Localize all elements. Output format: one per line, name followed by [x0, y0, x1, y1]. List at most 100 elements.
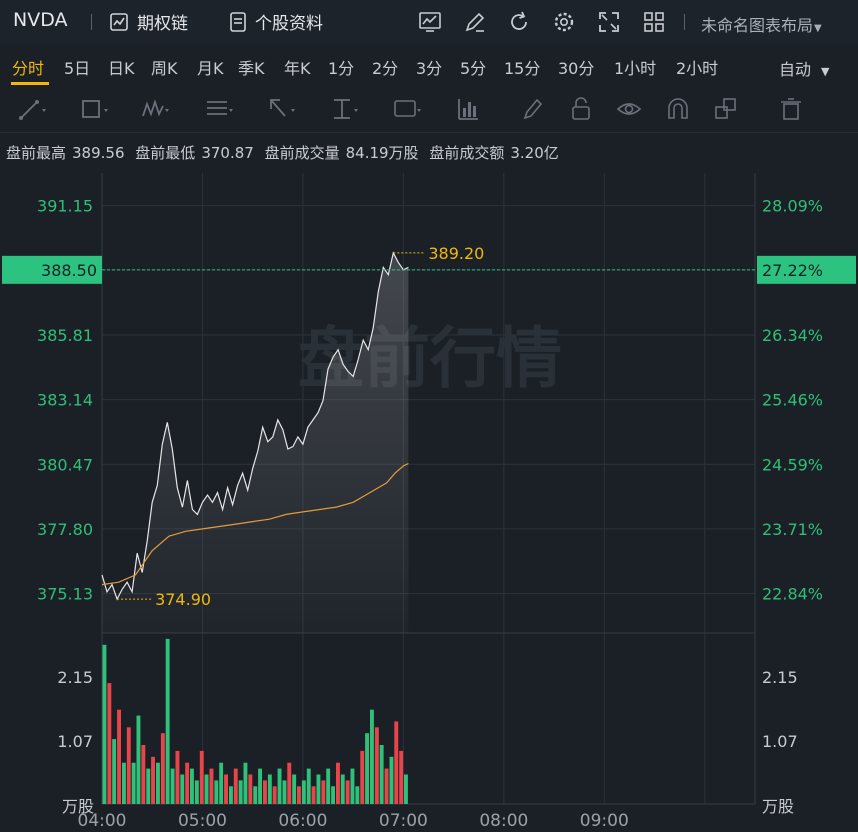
volume-bar: [156, 762, 160, 804]
volume-bar: [282, 780, 287, 804]
volume-bar: [316, 774, 321, 804]
fullscreen-icon[interactable]: [597, 10, 621, 34]
stock-profile-button[interactable]: 个股资料: [229, 9, 323, 34]
period-tab[interactable]: 30分: [558, 55, 594, 79]
indicator-icon[interactable]: [418, 10, 442, 34]
toolbar-divider: [91, 14, 92, 30]
period-tab[interactable]: 1分: [328, 55, 354, 79]
time-tick: 09:00: [580, 811, 629, 831]
price-tick: 385.81: [37, 326, 93, 345]
volume-bar: [370, 709, 374, 804]
volume-bar: [331, 786, 335, 804]
volume-bar: [224, 774, 228, 804]
volume-bar: [117, 709, 121, 804]
volume-bar: [301, 780, 306, 804]
layout-selector[interactable]: 未命名图表布局▼: [701, 12, 822, 36]
period-tab[interactable]: 日K: [108, 55, 135, 79]
brush-tool-icon[interactable]: [519, 96, 549, 122]
volume-bar: [131, 762, 136, 804]
period-tab[interactable]: 周K: [151, 55, 178, 79]
gear-icon[interactable]: [552, 10, 576, 34]
period-tab[interactable]: 15分: [504, 55, 540, 79]
period-tab[interactable]: 2小时: [676, 55, 718, 79]
percent-tick: 23.71%: [762, 520, 823, 539]
volume-tick: 1.07: [762, 732, 798, 751]
period-tab[interactable]: 5分: [460, 55, 486, 79]
period-tab[interactable]: 1小时: [614, 55, 656, 79]
active-period-underline: [11, 82, 49, 85]
price-tick: 375.13: [37, 585, 93, 604]
volume-tick: 2.15: [762, 668, 798, 687]
options-chain-button[interactable]: 期权链: [109, 9, 188, 34]
percent-tick: 24.59%: [762, 455, 823, 474]
volume-bar: [267, 774, 272, 804]
volume-tick: 2.15: [57, 668, 93, 687]
volume-bar: [185, 762, 190, 804]
current-percent-value: 27.22%: [762, 261, 823, 280]
auto-scale-dropdown[interactable]: 自动 ▼: [779, 56, 829, 80]
volume-bar: [209, 768, 214, 804]
volume-bar: [365, 733, 369, 804]
volume-bar: [170, 768, 175, 804]
percent-tick: 22.84%: [762, 585, 823, 604]
volume-bar: [355, 786, 360, 804]
volume-bar: [204, 774, 209, 804]
volume-bar: [340, 774, 345, 804]
volume-profile-tool-icon[interactable]: [456, 96, 486, 122]
toolbar-divider: [684, 14, 685, 30]
max-price-label: 389.20: [428, 244, 484, 263]
price-range-tool-icon[interactable]: [330, 96, 360, 122]
options-chain-label: 期权链: [137, 14, 188, 34]
volume-unit: 万股: [762, 797, 794, 816]
volume-bar: [136, 715, 141, 804]
rectangle-tool-icon[interactable]: [80, 96, 110, 122]
time-tick: 05:00: [178, 811, 227, 831]
volume-bar: [258, 768, 262, 804]
volume-bar: [297, 786, 301, 804]
volume-bar: [199, 750, 204, 804]
period-tab[interactable]: 季K: [238, 55, 265, 79]
period-tab[interactable]: 3分: [416, 55, 442, 79]
volume-bar: [399, 750, 404, 804]
volume-bar: [292, 774, 297, 804]
line-tool-icon[interactable]: [18, 96, 48, 122]
volume-bar: [126, 727, 131, 804]
volume-bar: [263, 780, 267, 804]
auto-label: 自动: [779, 60, 812, 79]
current-price-value: 388.50: [41, 261, 97, 280]
price-tick: 391.15: [37, 197, 93, 216]
period-tab[interactable]: 年K: [284, 55, 311, 79]
lock-icon[interactable]: [567, 96, 597, 122]
intraday-chart[interactable]: 盘前行情389.20374.90391.15388.50385.81383.14…: [0, 160, 858, 832]
layers-icon[interactable]: [712, 96, 742, 122]
magnet-icon[interactable]: [664, 96, 694, 122]
period-tab[interactable]: 月K: [197, 55, 224, 79]
volume-bar: [287, 762, 292, 804]
refresh-icon[interactable]: [507, 10, 531, 34]
volume-bar: [238, 780, 243, 804]
period-tab[interactable]: 2分: [372, 55, 398, 79]
stock-profile-label: 个股资料: [255, 14, 323, 34]
volume-bar: [345, 780, 350, 804]
caret-down-icon: ▼: [821, 65, 830, 78]
pattern-tool-icon[interactable]: [141, 96, 171, 122]
period-tab[interactable]: 分时: [12, 55, 44, 79]
volume-bar: [219, 762, 224, 804]
volume-bar: [253, 786, 258, 804]
caret-down-icon: ▼: [814, 23, 822, 34]
arrow-tool-icon[interactable]: [267, 96, 297, 122]
volume-bar: [272, 786, 277, 804]
volume-bar: [214, 780, 219, 804]
volume-bar: [229, 786, 233, 804]
fib-tool-icon[interactable]: [205, 96, 235, 122]
volume-bar: [389, 756, 394, 804]
grid-layout-icon[interactable]: [642, 10, 666, 34]
period-tab[interactable]: 5日: [64, 55, 90, 79]
eye-icon[interactable]: [615, 96, 645, 122]
draw-pen-icon[interactable]: [463, 10, 487, 34]
volume-bar: [360, 750, 365, 804]
volume-bar: [350, 768, 355, 804]
percent-tick: 28.09%: [762, 197, 823, 216]
text-tool-icon[interactable]: [393, 96, 423, 122]
trash-icon[interactable]: [777, 96, 807, 122]
